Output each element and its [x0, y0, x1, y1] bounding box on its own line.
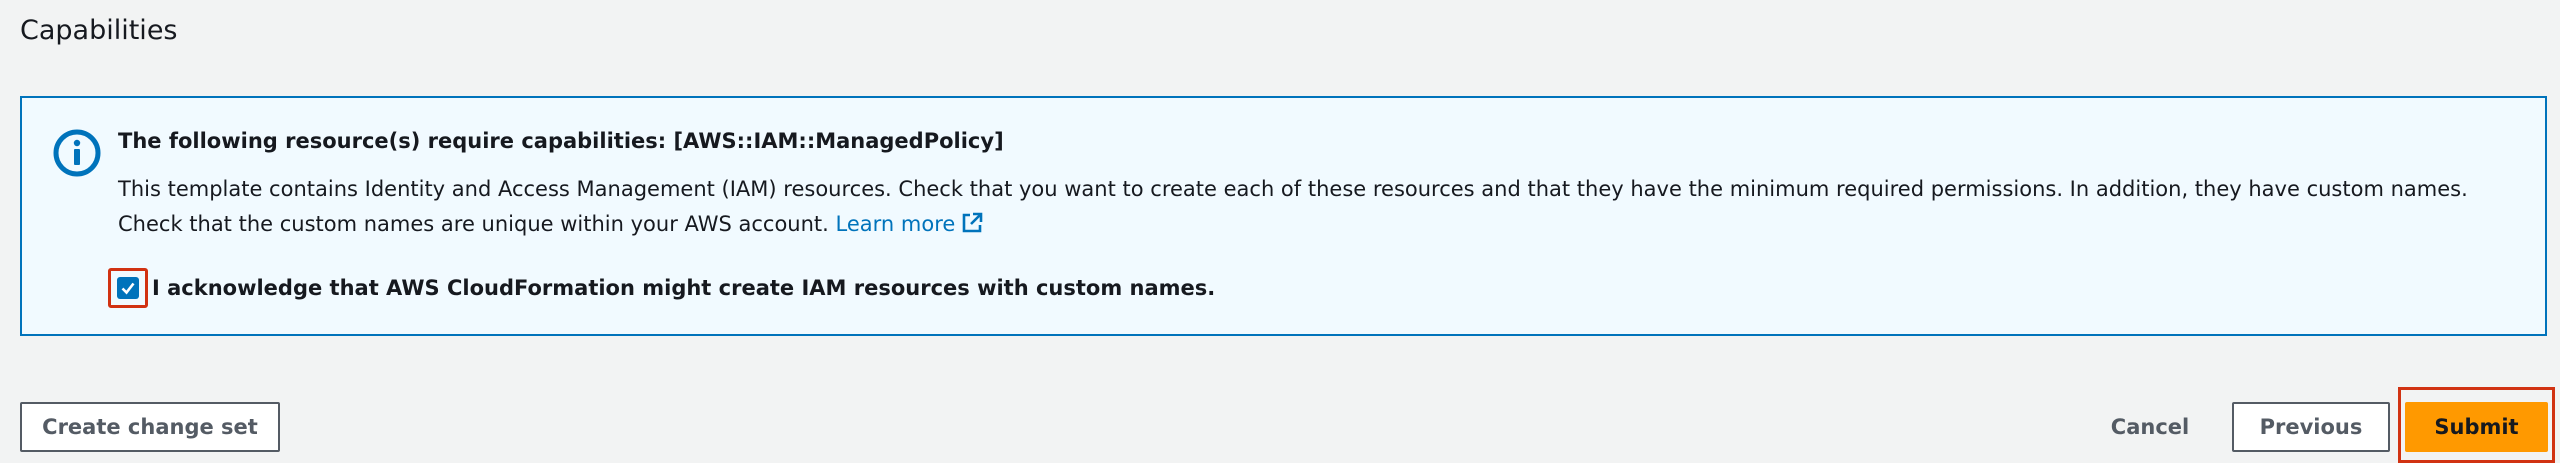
cancel-button[interactable]: Cancel [2100, 402, 2200, 452]
info-circle-icon [53, 129, 101, 177]
submit-button[interactable]: Submit [2405, 402, 2548, 452]
capabilities-page: Capabilities The following resource(s) r… [0, 0, 2560, 463]
capabilities-info-alert: The following resource(s) require capabi… [20, 96, 2547, 336]
acknowledge-checkbox[interactable] [108, 268, 148, 308]
checkmark-icon [121, 282, 135, 295]
acknowledge-row: I acknowledge that AWS CloudFormation mi… [108, 268, 1215, 308]
acknowledge-label[interactable]: I acknowledge that AWS CloudFormation mi… [152, 276, 1215, 300]
section-title: Capabilities [20, 15, 178, 46]
alert-body-text: This template contains Identity and Acce… [118, 177, 2468, 236]
learn-more-link[interactable]: Learn more [836, 212, 984, 236]
learn-more-label[interactable]: Learn more [836, 212, 956, 236]
create-change-set-button[interactable]: Create change set [20, 402, 280, 452]
checkbox-checked-box[interactable] [117, 277, 139, 299]
external-link-icon [962, 212, 983, 233]
alert-heading: The following resource(s) require capabi… [118, 129, 1004, 153]
alert-body: This template contains Identity and Acce… [118, 172, 2528, 242]
previous-button[interactable]: Previous [2232, 402, 2390, 452]
